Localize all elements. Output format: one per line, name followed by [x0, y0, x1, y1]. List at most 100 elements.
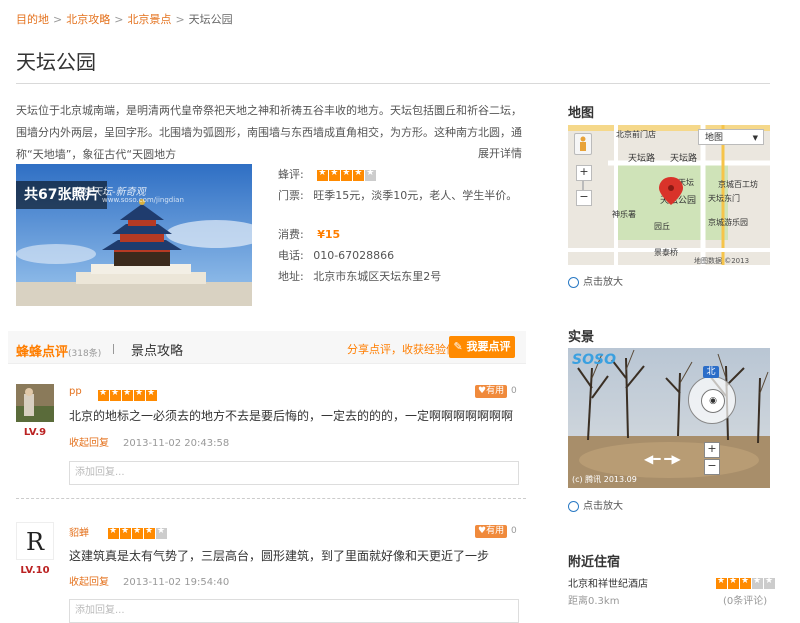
review-time: 2013-11-02 20:43:58: [123, 438, 230, 449]
tab-reviews-label: 蜂蜂点评: [16, 345, 69, 360]
cost-value: ¥15: [317, 228, 341, 241]
review-meta: 收起回复 2013-11-02 19:54:40: [69, 573, 229, 588]
avatar[interactable]: [16, 384, 54, 422]
map-zoom-out-button[interactable]: −: [576, 190, 592, 206]
star-icon: [317, 168, 329, 181]
breadcrumb-current: 天坛公园: [188, 13, 233, 26]
map-poi-label: 神乐署: [612, 209, 636, 219]
breadcrumb-link-destination[interactable]: 目的地: [16, 13, 49, 26]
magnifier-icon: [568, 276, 579, 288]
hotel-comment-count[interactable]: (0条评论): [723, 592, 767, 607]
cost-label: 消费:: [278, 228, 304, 241]
map-zoom-in-button[interactable]: +: [576, 165, 592, 181]
street-view-zoom-link[interactable]: 点击放大: [568, 497, 623, 512]
compass-center-icon: ◉: [701, 389, 725, 413]
street-zoom-out-button[interactable]: −: [704, 459, 720, 475]
useful-count: 0: [511, 386, 517, 396]
address-label: 地址:: [278, 270, 304, 283]
navigate-arrows-icon[interactable]: ◀━ ━▶: [644, 452, 681, 466]
useful-label: 有用: [486, 526, 505, 536]
street-view-image: [568, 348, 770, 488]
compass-north-label: 北: [703, 366, 719, 378]
write-review-label: 我要点评: [466, 340, 511, 353]
tab-reviews[interactable]: 蜂蜂点评(318条): [16, 341, 101, 360]
breadcrumb-separator: >: [114, 13, 124, 26]
chevron-down-icon: ▼: [752, 134, 758, 142]
tab-guide[interactable]: 景点攻略: [131, 340, 183, 359]
map-type-value: 地图: [705, 133, 724, 143]
star-icon: [132, 526, 143, 539]
tab-separator: [113, 344, 114, 354]
star-icon: [353, 168, 365, 181]
nearby-hotels-heading: 附近住宿: [568, 555, 621, 570]
useful-label: 有用: [486, 386, 505, 396]
review-username[interactable]: 貂蝉: [69, 524, 89, 539]
hotel-distance: 距离0.3km: [568, 596, 620, 607]
street-view-pegman-icon[interactable]: [574, 133, 592, 155]
write-review-button[interactable]: ✎ 我要点评: [449, 336, 515, 358]
star-icon: [120, 526, 131, 539]
rating-label: 蜂评:: [278, 168, 304, 181]
review-time: 2013-11-02 19:54:40: [123, 577, 230, 588]
user-level: LV.9: [23, 427, 47, 438]
map-poi-label: 景泰桥: [654, 247, 678, 257]
star-empty-icon: [156, 526, 167, 539]
map-zoom-link[interactable]: 点击放大: [568, 273, 623, 288]
title-divider: [16, 83, 770, 84]
phone-value: 010-67028866: [313, 249, 395, 262]
collapse-reply-link[interactable]: 收起回复: [69, 577, 109, 588]
star-icon: [146, 388, 157, 401]
attraction-description: 天坛位于北京城南端，是明清两代皇帝祭祀天地之神和祈祷五谷丰收的地方。天坛包括圜丘…: [16, 104, 522, 161]
map-image: 天坛路 天坛路 北京前门店 天坛公园 京城百工坊 神乐署 园丘 京城游乐园 景泰…: [568, 125, 770, 265]
useful-button[interactable]: ♥有用: [475, 385, 508, 398]
expand-details-link[interactable]: 展开详情: [478, 145, 522, 161]
review-text: 这建筑真是太有气势了，三层高台，圆形建筑，到了里面就好像和天更近了一步: [69, 549, 490, 563]
review-stars: [98, 385, 158, 404]
map-road-label: 天坛路: [628, 152, 655, 164]
phone-label: 电话:: [278, 249, 304, 262]
map-road-label: 天坛路: [670, 152, 697, 164]
tab-reviews-count: (318条): [68, 349, 102, 359]
street-zoom-in-button[interactable]: +: [704, 442, 720, 458]
map-zoom-track: [582, 180, 584, 190]
attraction-photo[interactable]: 共67张照片 北京天坛-新奇观 www.soso.com/jingdian: [16, 164, 252, 306]
breadcrumb-separator: >: [53, 13, 63, 26]
street-view-compass[interactable]: ◉: [688, 376, 736, 424]
phone-row: 电话: 010-67028866: [278, 247, 394, 263]
ticket-value: 旺季15元，淡季10元，老人、学生半价。: [313, 189, 518, 202]
review-meta: 收起回复 2013-11-02 20:43:58: [69, 434, 229, 449]
useful-count: 0: [511, 526, 517, 536]
collapse-reply-link[interactable]: 收起回复: [69, 438, 109, 449]
address-value: 北京市东城区天坛东里2号: [313, 270, 442, 283]
share-review-link[interactable]: 分享点评，收获经验值: [347, 341, 457, 357]
review-username[interactable]: pp: [69, 386, 82, 397]
hotel-name-link[interactable]: 北京和祥世纪酒店: [568, 575, 648, 590]
review-divider: [16, 498, 526, 499]
reply-input[interactable]: 添加回复...: [69, 599, 519, 623]
star-icon: [122, 388, 133, 401]
star-icon: [329, 168, 341, 181]
street-view-zoom-label: 点击放大: [583, 501, 623, 512]
pencil-icon: ✎: [453, 340, 463, 353]
star-icon: [716, 576, 727, 589]
star-icon: [728, 576, 739, 589]
avatar-image: R: [17, 523, 53, 559]
map-heading: 地图: [568, 106, 595, 121]
pegman-glyph: [580, 136, 586, 151]
breadcrumb-link-beijing-guide[interactable]: 北京攻略: [66, 13, 110, 26]
useful-button[interactable]: ♥有用: [475, 525, 508, 538]
breadcrumb-link-beijing-sights[interactable]: 北京景点: [127, 13, 171, 26]
avatar[interactable]: R: [16, 522, 54, 560]
heart-icon: ♥: [478, 386, 487, 396]
svg-text:R: R: [26, 528, 45, 556]
magnifier-icon: [568, 500, 579, 512]
street-view-panorama[interactable]: SOSO ◉ 北 + − ◀━ ━▶ (c) 腾讯 2013.09: [568, 348, 770, 488]
star-icon: [144, 526, 155, 539]
page-title: 天坛公园: [16, 50, 96, 74]
map-type-select[interactable]: 地图 ▼: [698, 129, 764, 145]
soso-logo: SOSO: [572, 352, 616, 368]
cost-row: 消费: ¥15: [278, 226, 340, 242]
location-map[interactable]: 天坛路 天坛路 北京前门店 天坛公园 京城百工坊 神乐署 园丘 京城游乐园 景泰…: [568, 125, 770, 265]
street-view-copyright: (c) 腾讯 2013.09: [572, 475, 637, 484]
reply-input[interactable]: 添加回复...: [69, 461, 519, 485]
